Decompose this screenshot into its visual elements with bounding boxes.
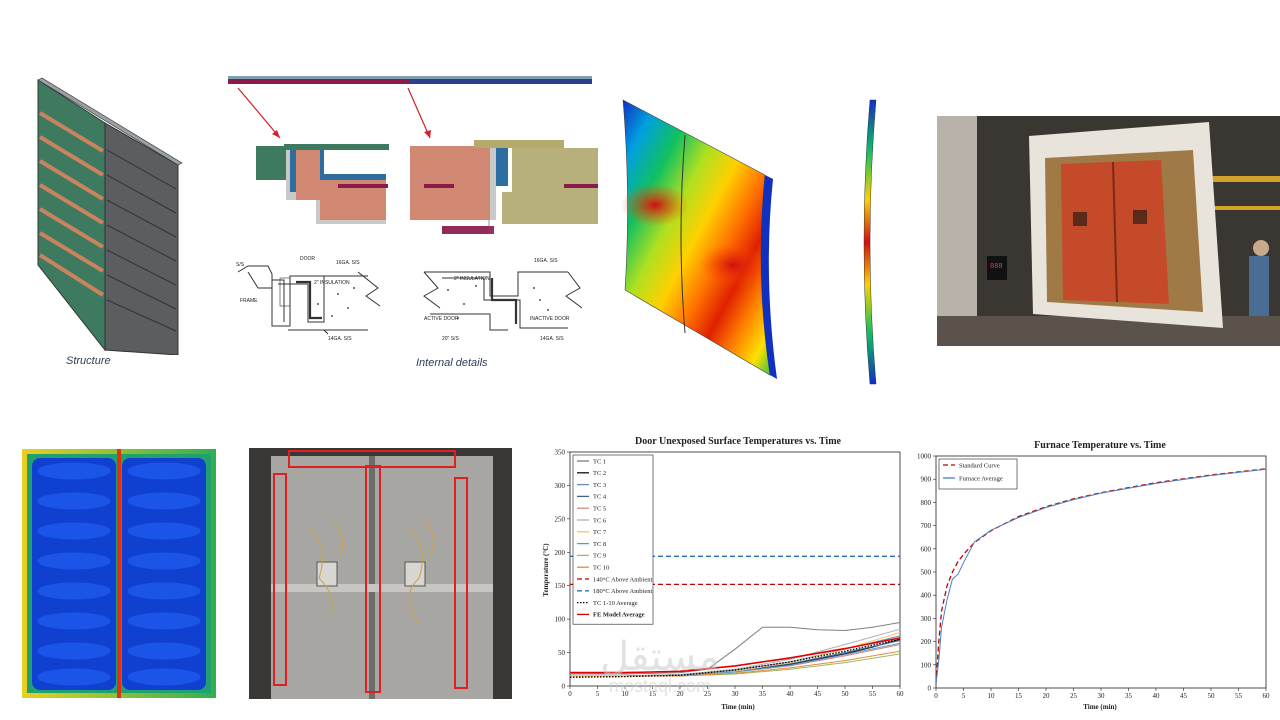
chart1-y-tick-label: 0 (562, 683, 566, 691)
chart2-y-tick-label: 600 (921, 545, 932, 553)
chart1-y-tick-label: 150 (555, 582, 566, 590)
chart2-y-tick-label: 100 (921, 661, 932, 669)
chart1-x-tick-label: 45 (814, 690, 822, 698)
chart2-y-tick-label: 800 (921, 499, 932, 507)
structure-caption: Structure (66, 355, 111, 367)
left-drawing-label-door: DOOR (300, 256, 315, 262)
right-drawing-label-active: ACTIVE DOOR (424, 316, 459, 322)
chart1-legend-label: TC 5 (593, 506, 606, 513)
chart2-y-tick-label: 1000 (917, 453, 932, 461)
chart2-x-tick-label: 45 (1180, 692, 1188, 700)
left-drawing-label-gauge: 16GA. S/S (336, 260, 360, 266)
chart1-x-tick-label: 0 (568, 690, 572, 698)
chart1-x-tick-label: 35 (759, 690, 767, 698)
right-drawing-label-insulation: 2" INSULATION (454, 276, 490, 282)
chart1-legend-label: TC 8 (593, 541, 606, 548)
left-drawing-label-ss: S/S (236, 262, 245, 268)
chart1-y-tick-label: 250 (555, 515, 566, 523)
chart2-x-tick-label: 40 (1153, 692, 1161, 700)
internal-details-figure: DOOR 16GA. S/S 2" INSULATION FRAME S/S 1… (228, 74, 600, 344)
right-drawing-label-inactive: INACTIVE DOOR (530, 316, 570, 322)
chart2-y-tick-label: 300 (921, 615, 932, 623)
chart2-y-tick-label: 0 (928, 685, 932, 693)
chart1-legend-label: TC 2 (593, 470, 606, 477)
chart2-x-tick-label: 15 (1015, 692, 1023, 700)
right-drawing-label-frame-gauge: 14GA. S/S (540, 336, 564, 342)
chart2-x-tick-label: 60 (1263, 692, 1271, 700)
chart2-legend-label: Standard Curve (959, 462, 1000, 469)
chart1-y-tick-label: 200 (555, 549, 566, 557)
fe-deflection-contour (615, 95, 780, 380)
chart2-x-tick-label: 55 (1235, 692, 1243, 700)
chart1-x-tick-label: 60 (897, 690, 905, 698)
chart2-x-tick-label: 10 (988, 692, 996, 700)
chart2-title: Furnace Temperature vs. Time (1034, 440, 1166, 451)
chart2-x-tick-label: 5 (962, 692, 966, 700)
chart2-legend-label: Furnace Average (959, 475, 1003, 482)
left-drawing-label-frame: FRAME (240, 298, 258, 304)
door-unexposed-photo (249, 448, 512, 699)
chart1-x-tick-label: 15 (649, 690, 657, 698)
furnace-temperature-chart: Furnace Temperature vs. Time Time (min) … (910, 438, 1280, 714)
chart2-x-tick-label: 30 (1098, 692, 1106, 700)
chart1-x-tick-label: 40 (787, 690, 795, 698)
chart2-series-line (935, 468, 1267, 684)
chart1-xlabel: Time (min) (721, 703, 755, 711)
furnace-display-readout: 888 (990, 263, 1003, 271)
chart1-x-tick-label: 10 (622, 690, 630, 698)
fe-side-profile (852, 98, 882, 388)
right-drawing-label-width: 20" S/S (442, 336, 459, 342)
chart2-x-tick-label: 35 (1125, 692, 1133, 700)
chart1-legend-label: TC 1-10 Average (593, 600, 638, 607)
chart1-ylabel: Temperature (°C) (542, 543, 550, 597)
chart1-legend-label: TC 3 (593, 482, 606, 489)
chart1-y-tick-label: 100 (555, 616, 566, 624)
chart2-y-tick-label: 500 (921, 569, 932, 577)
chart1-series-line (570, 640, 901, 677)
right-drawing-label-gauge: 16GA. S/S (534, 258, 558, 264)
chart1-legend-label: FE Model Average (593, 612, 645, 619)
chart2-x-tick-label: 50 (1208, 692, 1216, 700)
chart1-y-tick-label: 300 (555, 482, 566, 490)
chart1-x-tick-label: 55 (869, 690, 877, 698)
chart1-legend-label: TC 4 (593, 494, 607, 501)
chart1-legend-label: TC 6 (593, 517, 607, 524)
left-drawing-label-insulation: 2" INSULATION (314, 280, 350, 286)
chart1-legend-label: 180°C Above Ambient (593, 588, 652, 595)
chart2-y-tick-label: 900 (921, 476, 932, 484)
chart1-y-tick-label: 350 (555, 449, 566, 457)
internal-details-caption: Internal details (416, 357, 488, 369)
chart1-legend-label: TC 1 (593, 458, 606, 465)
furnace-test-photo: 888 (937, 116, 1280, 346)
chart2-x-tick-label: 20 (1043, 692, 1051, 700)
chart2-plot-area (935, 455, 1267, 689)
left-drawing-label-frame-gauge: 14GA. S/S (328, 336, 352, 342)
chart2-x-tick-label: 25 (1070, 692, 1078, 700)
unexposed-temperature-chart: Door Unexposed Surface Temperatures vs. … (540, 434, 910, 714)
structure-figure (30, 75, 185, 356)
chart2-xlabel: Time (min) (1083, 703, 1117, 711)
chart2-y-tick-label: 400 (921, 592, 932, 600)
chart2-series-line (935, 468, 1267, 684)
chart1-title: Door Unexposed Surface Temperatures vs. … (635, 436, 841, 447)
chart1-x-tick-label: 50 (842, 690, 850, 698)
chart2-x-tick-label: 0 (934, 692, 938, 700)
chart2-y-tick-label: 700 (921, 522, 932, 530)
chart1-x-tick-label: 5 (596, 690, 600, 698)
chart2-y-tick-label: 200 (921, 638, 932, 646)
chart1-legend-label: 140°C Above Ambient (593, 576, 652, 583)
chart1-legend-label: TC 10 (593, 565, 609, 572)
chart1-x-tick-label: 30 (732, 690, 740, 698)
fe-temperature-contour (22, 449, 216, 698)
chart1-legend (572, 454, 654, 625)
chart1-legend-label: TC 9 (593, 553, 606, 560)
chart1-legend-label: TC 7 (593, 529, 607, 536)
chart1-y-tick-label: 50 (558, 649, 566, 657)
chart1-x-tick-label: 20 (677, 690, 685, 698)
chart1-x-tick-label: 25 (704, 690, 712, 698)
